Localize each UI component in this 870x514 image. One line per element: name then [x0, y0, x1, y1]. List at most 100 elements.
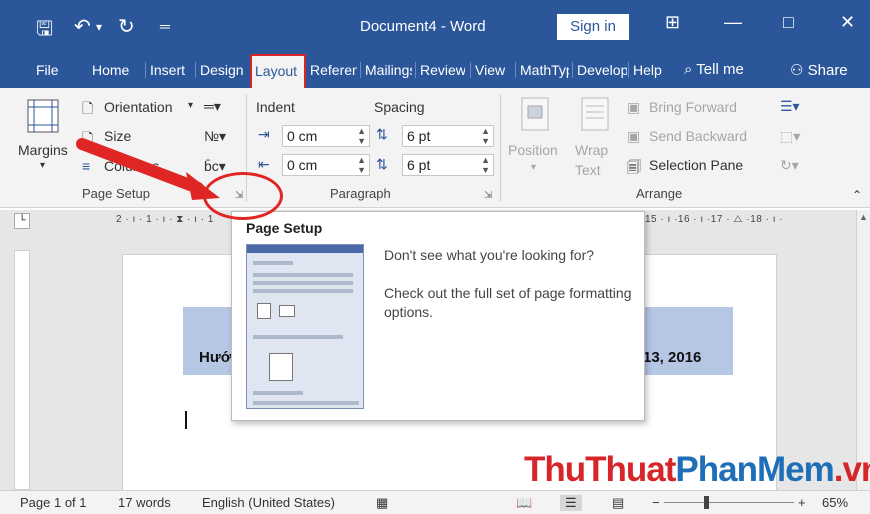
- preview-buttons: [253, 401, 359, 405]
- minimize-icon[interactable]: —: [724, 12, 742, 33]
- tooltip-line-2: Check out the full set of page formattin…: [384, 285, 632, 320]
- preview-line: [253, 281, 353, 285]
- position-button[interactable]: Position: [508, 142, 558, 158]
- indent-left-icon: ⇥: [258, 126, 270, 142]
- heading-text-start: Hướ: [199, 349, 232, 366]
- sign-in-button[interactable]: Sign in: [557, 14, 629, 40]
- spinner-icon[interactable]: ▲ ▼: [357, 155, 366, 175]
- page-setup-tooltip: Page Setup Don't see what you're looking…: [231, 211, 645, 421]
- indent-label: Indent: [256, 99, 295, 115]
- spacing-after-field[interactable]: 6 pt ▲ ▼: [402, 154, 494, 176]
- preview-line: [253, 261, 293, 265]
- undo-icon[interactable]: ↶: [74, 14, 91, 39]
- macro-recording-icon[interactable]: ▦: [376, 495, 388, 511]
- bring-forward-button[interactable]: Bring Forward: [649, 99, 737, 115]
- ribbon-tabs: File Home Insert Design Layout Reference…: [0, 54, 870, 88]
- margins-button[interactable]: Margins: [18, 142, 68, 158]
- word-window: 🖫 ↶ ▾ ↻ ═ Document4 - Word Sign in ⊞ — □…: [0, 0, 870, 514]
- save-icon[interactable]: 🖫: [36, 14, 53, 48]
- page-count[interactable]: Page 1 of 1: [20, 495, 87, 510]
- tab-home[interactable]: Home: [92, 62, 129, 78]
- preview-landscape-icon: [279, 305, 295, 317]
- orientation-dropdown-icon[interactable]: ▾: [188, 100, 193, 111]
- person-icon: ⚇: [790, 62, 808, 79]
- align-icon[interactable]: ☰▾: [780, 98, 800, 115]
- bring-forward-icon: ▣: [627, 99, 641, 115]
- spacing-label: Spacing: [374, 99, 425, 115]
- tab-developer[interactable]: Developer: [572, 62, 627, 78]
- print-layout-icon[interactable]: ☰: [560, 495, 582, 511]
- tab-design[interactable]: Design: [195, 62, 243, 78]
- close-icon[interactable]: ✕: [840, 12, 855, 33]
- zoom-out-icon[interactable]: −: [652, 495, 660, 510]
- spinner-icon[interactable]: ▲ ▼: [357, 126, 366, 146]
- web-layout-icon[interactable]: ▤: [612, 495, 624, 511]
- orientation-button[interactable]: Orientation: [104, 99, 172, 115]
- customize-qat-icon[interactable]: ═: [160, 18, 170, 34]
- paragraph-launcher-icon[interactable]: ⇲: [484, 190, 492, 201]
- zoom-level[interactable]: 65%: [822, 495, 848, 510]
- scroll-up-icon[interactable]: ▲: [859, 212, 868, 222]
- heading-text-end: 13, 2016: [643, 349, 702, 366]
- wrap-text-button[interactable]: Wrap: [575, 142, 608, 158]
- group-divider: [500, 94, 501, 202]
- indent-right-field[interactable]: 0 cm ▲ ▼: [282, 154, 370, 176]
- send-backward-icon: ▣: [627, 128, 641, 144]
- indent-left-value: 0 cm: [287, 128, 318, 144]
- search-icon: ⌕: [684, 61, 697, 78]
- language-status[interactable]: English (United States): [202, 495, 335, 510]
- tab-file[interactable]: File: [36, 62, 59, 78]
- spacing-before-field[interactable]: 6 pt ▲ ▼: [402, 125, 494, 147]
- position-dropdown-icon[interactable]: ▾: [531, 162, 536, 173]
- vertical-ruler[interactable]: [14, 250, 30, 490]
- margins-dropdown-icon[interactable]: ▾: [40, 160, 45, 171]
- breaks-icon[interactable]: ═▾: [204, 98, 221, 115]
- spinner-icon[interactable]: ▲ ▼: [481, 126, 490, 146]
- ruler-left-marks: 2 · ı · 1 · ı · ⧗ · ı · 1: [116, 214, 214, 225]
- maximize-icon[interactable]: □: [783, 12, 794, 33]
- selection-pane-button[interactable]: Selection Pane: [649, 157, 743, 173]
- position-icon: [521, 97, 549, 131]
- tab-mailings[interactable]: Mailings: [360, 62, 412, 78]
- share-button[interactable]: ⚇ Share: [790, 61, 848, 79]
- tooltip-line-1: Don't see what you're looking for?: [384, 247, 595, 263]
- selection-pane-icon: 🗐: [627, 159, 641, 175]
- tab-selector-icon[interactable]: └: [14, 213, 30, 229]
- zoom-slider[interactable]: [664, 502, 794, 503]
- tab-references[interactable]: References: [310, 62, 357, 78]
- redo-icon[interactable]: ↻: [118, 14, 135, 39]
- group-objects-icon[interactable]: ⬚▾: [780, 128, 800, 145]
- collapse-ribbon-icon[interactable]: ⌃: [852, 188, 862, 202]
- spinner-icon[interactable]: ▲ ▼: [481, 155, 490, 175]
- tell-me-search[interactable]: ⌕ Tell me: [684, 61, 744, 78]
- send-backward-button[interactable]: Send Backward: [649, 128, 747, 144]
- vertical-scrollbar[interactable]: ▲: [856, 210, 870, 490]
- preview-line: [253, 391, 303, 395]
- tab-mathtype[interactable]: MathType: [515, 62, 569, 78]
- document-title: Document4 - Word: [360, 18, 486, 35]
- tab-review[interactable]: Review: [415, 62, 465, 78]
- preview-line: [253, 273, 353, 277]
- tab-help[interactable]: Help: [628, 62, 662, 78]
- tell-me-label: Tell me: [696, 61, 744, 78]
- tab-insert[interactable]: Insert: [145, 62, 185, 78]
- watermark-logo: ThuThuatPhanMem.vn: [524, 450, 870, 490]
- title-bar: 🖫 ↶ ▾ ↻ ═ Document4 - Word Sign in ⊞ — □…: [0, 0, 870, 54]
- rotate-icon[interactable]: ↻▾: [780, 157, 799, 174]
- zoom-in-icon[interactable]: +: [798, 495, 806, 510]
- wrap-text-icon: [581, 97, 609, 131]
- tab-layout[interactable]: Layout: [250, 54, 306, 88]
- spacing-before-icon: ⇅: [376, 126, 388, 142]
- preview-portrait-icon: [257, 303, 271, 319]
- read-mode-icon[interactable]: 📖: [516, 495, 532, 511]
- indent-right-icon: ⇤: [258, 156, 270, 172]
- word-count[interactable]: 17 words: [118, 495, 171, 510]
- ribbon-display-options-icon[interactable]: ⊞: [665, 12, 680, 33]
- indent-left-field[interactable]: 0 cm ▲ ▼: [282, 125, 370, 147]
- share-label: Share: [807, 62, 848, 79]
- preview-page-icon: [269, 353, 293, 381]
- tab-view[interactable]: View: [470, 62, 505, 78]
- group-arrange-label: Arrange: [636, 186, 683, 201]
- undo-dropdown-icon[interactable]: ▾: [96, 20, 102, 34]
- zoom-slider-thumb[interactable]: [704, 496, 709, 509]
